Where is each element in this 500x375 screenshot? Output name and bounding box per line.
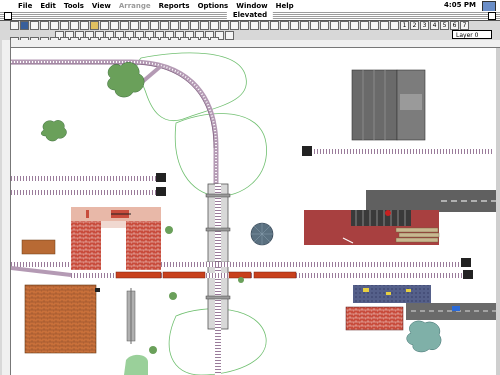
turnout-tool-icon[interactable] [130,21,139,30]
label-tool-icon[interactable] [225,31,234,40]
window-title: Elevated [226,11,274,20]
layer-select[interactable]: Layer 0 [452,30,492,39]
horizontal-ruler [10,40,500,48]
front-tool-icon[interactable] [350,21,359,30]
menu-view[interactable]: View [88,2,115,10]
paste-icon[interactable] [70,21,79,30]
color-tool-icon[interactable] [370,21,379,30]
elevation-tool-icon[interactable] [190,21,199,30]
menu-edit[interactable]: Edit [36,2,60,10]
rotate-tool-icon[interactable] [280,21,289,30]
freight-shed [304,190,496,245]
button-2[interactable]: 2 [410,21,419,30]
menu-options[interactable]: Options [194,2,233,10]
water-tower [250,222,274,246]
menu-arrange[interactable]: Arrange [115,2,155,10]
grade-tool-icon[interactable] [180,21,189,30]
platform-small [21,239,56,255]
menu-tools[interactable]: Tools [60,2,88,10]
bridge-tool-icon[interactable] [160,21,169,30]
toolbar-row-1: 1 2 3 4 5 6 7 [10,21,469,31]
zoom-box-icon[interactable] [488,12,496,20]
cut-icon[interactable] [50,21,59,30]
text-tool-icon[interactable] [260,21,269,30]
brick-warehouse [24,284,97,354]
button-6[interactable]: 6 [450,21,459,30]
vertical-scrollbar[interactable] [496,48,500,375]
align-tool-icon[interactable] [300,21,309,30]
clock: 4:05 PM [444,1,476,9]
button-3[interactable]: 3 [420,21,429,30]
vertical-ruler [2,40,11,375]
curve-tool-icon[interactable] [120,21,129,30]
button-4[interactable]: 4 [430,21,439,30]
back-tool-icon[interactable] [360,21,369,30]
layer-tool-icon[interactable] [390,21,399,30]
copy-icon[interactable] [60,21,69,30]
menu-reports[interactable]: Reports [155,2,194,10]
save-icon[interactable] [30,21,39,30]
unlock-tool-icon[interactable] [340,21,349,30]
menu-help[interactable]: Help [272,2,298,10]
button-7[interactable]: 7 [460,21,469,30]
group-tool-icon[interactable] [310,21,319,30]
zoom-in-icon[interactable] [90,21,99,30]
close-box-icon[interactable] [4,12,12,20]
track-right-upper [309,149,493,154]
ellipse-tool-icon[interactable] [240,21,249,30]
new-document-icon[interactable] [10,21,19,30]
tunnel-tool-icon[interactable] [170,21,179,30]
crossing-tool-icon[interactable] [140,21,149,30]
flip-tool-icon[interactable] [290,21,299,30]
open-document-icon[interactable] [20,21,29,30]
ungroup-tool-icon[interactable] [320,21,329,30]
lock-tool-icon[interactable] [330,21,339,30]
undo-icon[interactable] [80,21,89,30]
structure-tool-icon[interactable] [200,21,209,30]
layout-drawing [11,52,496,375]
track-tool-icon[interactable] [110,21,119,30]
layout-canvas[interactable] [11,48,496,375]
station-building [71,207,161,270]
flex-track-icon[interactable] [150,21,159,30]
button-5[interactable]: 5 [440,21,449,30]
print-icon[interactable] [40,21,49,30]
rectangle-tool-icon[interactable] [230,21,239,30]
tree-tool-icon[interactable] [210,21,219,30]
pattern-tool-icon[interactable] [380,21,389,30]
measure-tool-icon[interactable] [270,21,279,30]
button-1[interactable]: 1 [400,21,409,30]
zoom-out-icon[interactable] [100,21,109,30]
menu-file[interactable]: File [14,2,36,10]
polygon-tool-icon[interactable] [250,21,259,30]
warehouse [351,69,426,141]
window-title-bar[interactable]: Elevated [0,11,500,21]
track-left-1 [11,176,156,181]
track-left-2 [11,190,156,195]
menu-window[interactable]: Window [232,2,271,10]
signal-mast [126,288,136,344]
line-tool-icon[interactable] [220,21,229,30]
